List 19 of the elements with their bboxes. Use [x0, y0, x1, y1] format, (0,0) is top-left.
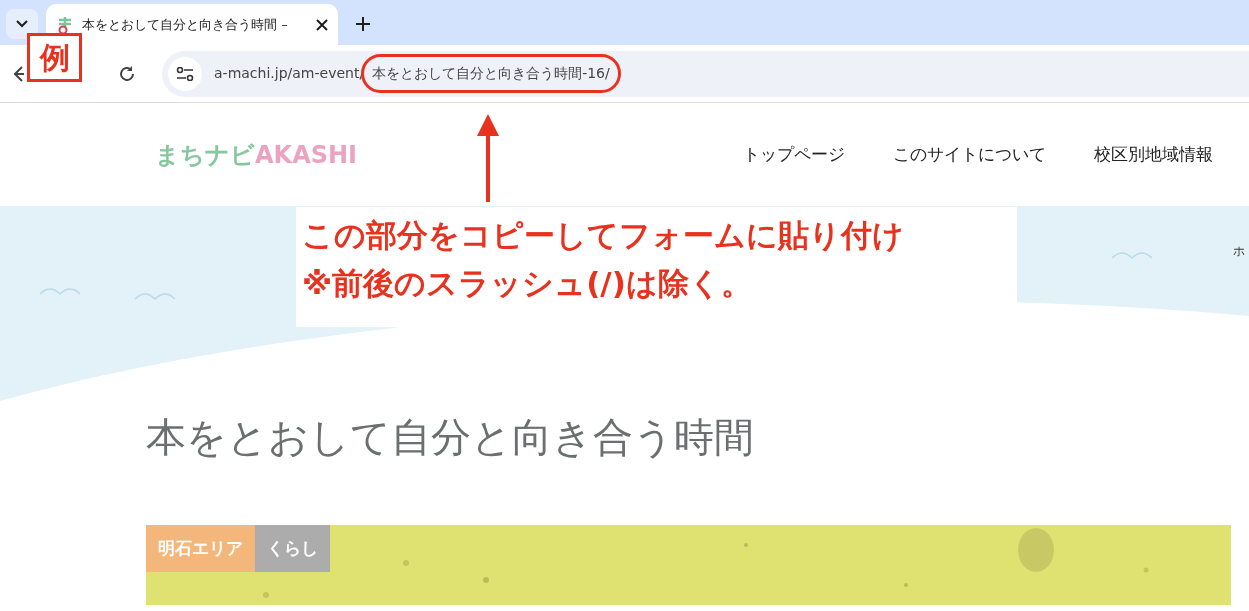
- reload-icon[interactable]: [118, 64, 136, 83]
- back-arrow-icon[interactable]: [14, 65, 24, 82]
- new-tab-icon[interactable]: [356, 17, 370, 31]
- url-path-text: 本をとおして自分と向き合う時間-16/: [361, 54, 621, 93]
- tab-title: 本をとおして自分と向き合う時間 –: [82, 15, 289, 34]
- site-settings-icon[interactable]: [168, 56, 202, 91]
- example-label: 例: [27, 33, 82, 82]
- arrow-icon: [476, 114, 500, 202]
- favicon-icon: [56, 14, 74, 35]
- note-line: ※前後のスラッシュ(/)は除く。: [302, 264, 753, 303]
- chevron-down-icon: [16, 20, 28, 28]
- nav-link[interactable]: 校区別地域情報: [1094, 141, 1213, 168]
- close-icon: [316, 18, 328, 31]
- nav-link[interactable]: このサイトについて: [893, 141, 1046, 168]
- note-line: この部分をコピーしてフォームに貼り付け: [302, 216, 905, 255]
- side-text: ホ: [1233, 243, 1245, 260]
- tab-list-button[interactable]: [6, 9, 38, 39]
- article-title: 本をとおして自分と向き合う時間: [146, 413, 755, 462]
- nav-link[interactable]: トップページ: [743, 141, 845, 168]
